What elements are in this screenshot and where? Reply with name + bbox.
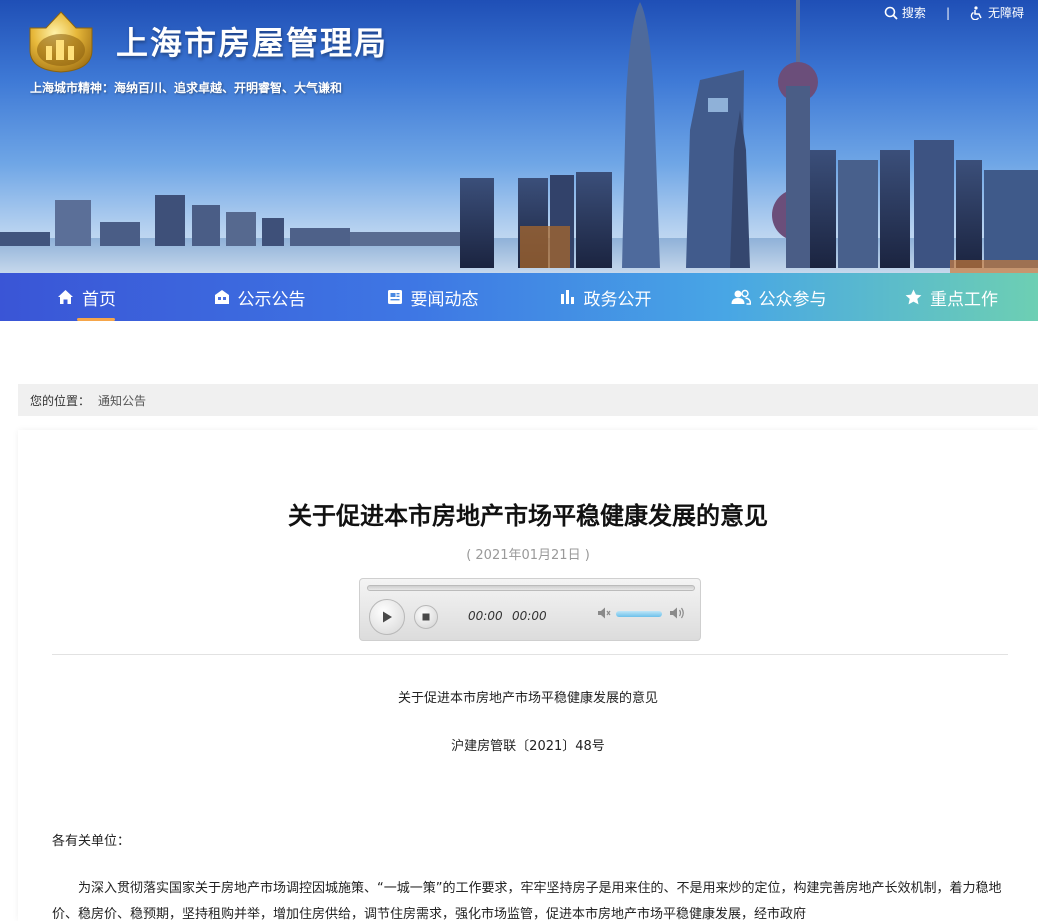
document-salutation: 各有关单位： bbox=[52, 834, 131, 849]
article-container: 关于促进本市房地产市场平稳健康发展的意见 ( 2021年01月21日 ) 00:… bbox=[18, 430, 1038, 921]
audio-player: 00:00 00:00 bbox=[359, 578, 701, 641]
stop-icon bbox=[422, 613, 430, 621]
audio-progress-bar[interactable] bbox=[367, 585, 695, 591]
top-tools: 搜索 | 无障碍 bbox=[884, 4, 1024, 21]
content-divider bbox=[52, 654, 1008, 655]
tools-separator: | bbox=[945, 5, 950, 20]
breadcrumb-prefix: 您的位置： bbox=[30, 393, 91, 408]
building-icon bbox=[214, 290, 229, 304]
accessibility-label: 无障碍 bbox=[987, 6, 1024, 20]
search-label: 搜索 bbox=[901, 6, 926, 20]
nav-item-news[interactable]: 要闻动态 bbox=[346, 273, 519, 321]
nav-item-label: 首页 bbox=[82, 289, 116, 310]
nav-item-public-participation[interactable]: 公众参与 bbox=[692, 273, 865, 321]
document-heading: 关于促进本市房地产市场平稳健康发展的意见 bbox=[397, 691, 658, 706]
article-date: ( 2021年01月21日 ) bbox=[466, 548, 590, 563]
volume-max-icon[interactable] bbox=[669, 606, 687, 620]
main-nav: 首页 公示公告 要闻动态 政务公开 公众参与 重点工作 bbox=[0, 273, 1038, 321]
bar-chart-icon bbox=[560, 290, 574, 304]
users-icon bbox=[731, 289, 751, 305]
current-time: 00:00 bbox=[468, 609, 503, 623]
duration-time: 00:00 bbox=[512, 609, 547, 623]
accessibility-link[interactable]: 无障碍 bbox=[970, 4, 1024, 21]
nav-item-label: 重点工作 bbox=[930, 289, 998, 310]
star-icon bbox=[905, 289, 922, 305]
nav-item-label: 要闻动态 bbox=[410, 289, 479, 310]
nav-item-key-work[interactable]: 重点工作 bbox=[865, 273, 1038, 321]
breadcrumb: 您的位置： 通知公告 bbox=[18, 384, 1038, 416]
document-body: 为深入贯彻落实国家关于房地产市场调控因城施策、“一城一策”的工作要求，牢牢坚持房… bbox=[52, 881, 1002, 921]
play-button[interactable] bbox=[369, 599, 405, 635]
site-title: 上海市房屋管理局 bbox=[116, 24, 389, 62]
nav-item-announcements[interactable]: 公示公告 bbox=[173, 273, 346, 321]
home-icon bbox=[58, 290, 73, 304]
nav-item-government-affairs[interactable]: 政务公开 bbox=[519, 273, 692, 321]
mute-icon[interactable] bbox=[597, 606, 613, 620]
document-number: 沪建房管联〔2021〕48号 bbox=[451, 739, 605, 754]
breadcrumb-item-notices[interactable]: 通知公告 bbox=[98, 392, 146, 409]
header-banner: 上海市房屋管理局 上海城市精神：海纳百川、追求卓越、开明睿智、大气谦和 搜索 |… bbox=[0, 0, 1038, 273]
accessibility-icon bbox=[970, 5, 982, 20]
bureau-logo-icon bbox=[29, 11, 93, 73]
search-link[interactable]: 搜索 bbox=[884, 4, 926, 21]
nav-item-label: 公众参与 bbox=[758, 289, 827, 310]
city-motto: 上海城市精神：海纳百川、追求卓越、开明睿智、大气谦和 bbox=[30, 81, 343, 95]
nav-item-home[interactable]: 首页 bbox=[0, 273, 173, 321]
nav-item-label: 公示公告 bbox=[237, 289, 306, 310]
stop-button[interactable] bbox=[414, 605, 438, 629]
newspaper-icon bbox=[387, 290, 402, 304]
play-icon bbox=[383, 611, 392, 623]
search-icon bbox=[884, 6, 898, 20]
nav-item-label: 政务公开 bbox=[583, 289, 652, 310]
article-title: 关于促进本市房地产市场平稳健康发展的意见 bbox=[288, 502, 768, 530]
volume-slider[interactable] bbox=[616, 611, 662, 617]
